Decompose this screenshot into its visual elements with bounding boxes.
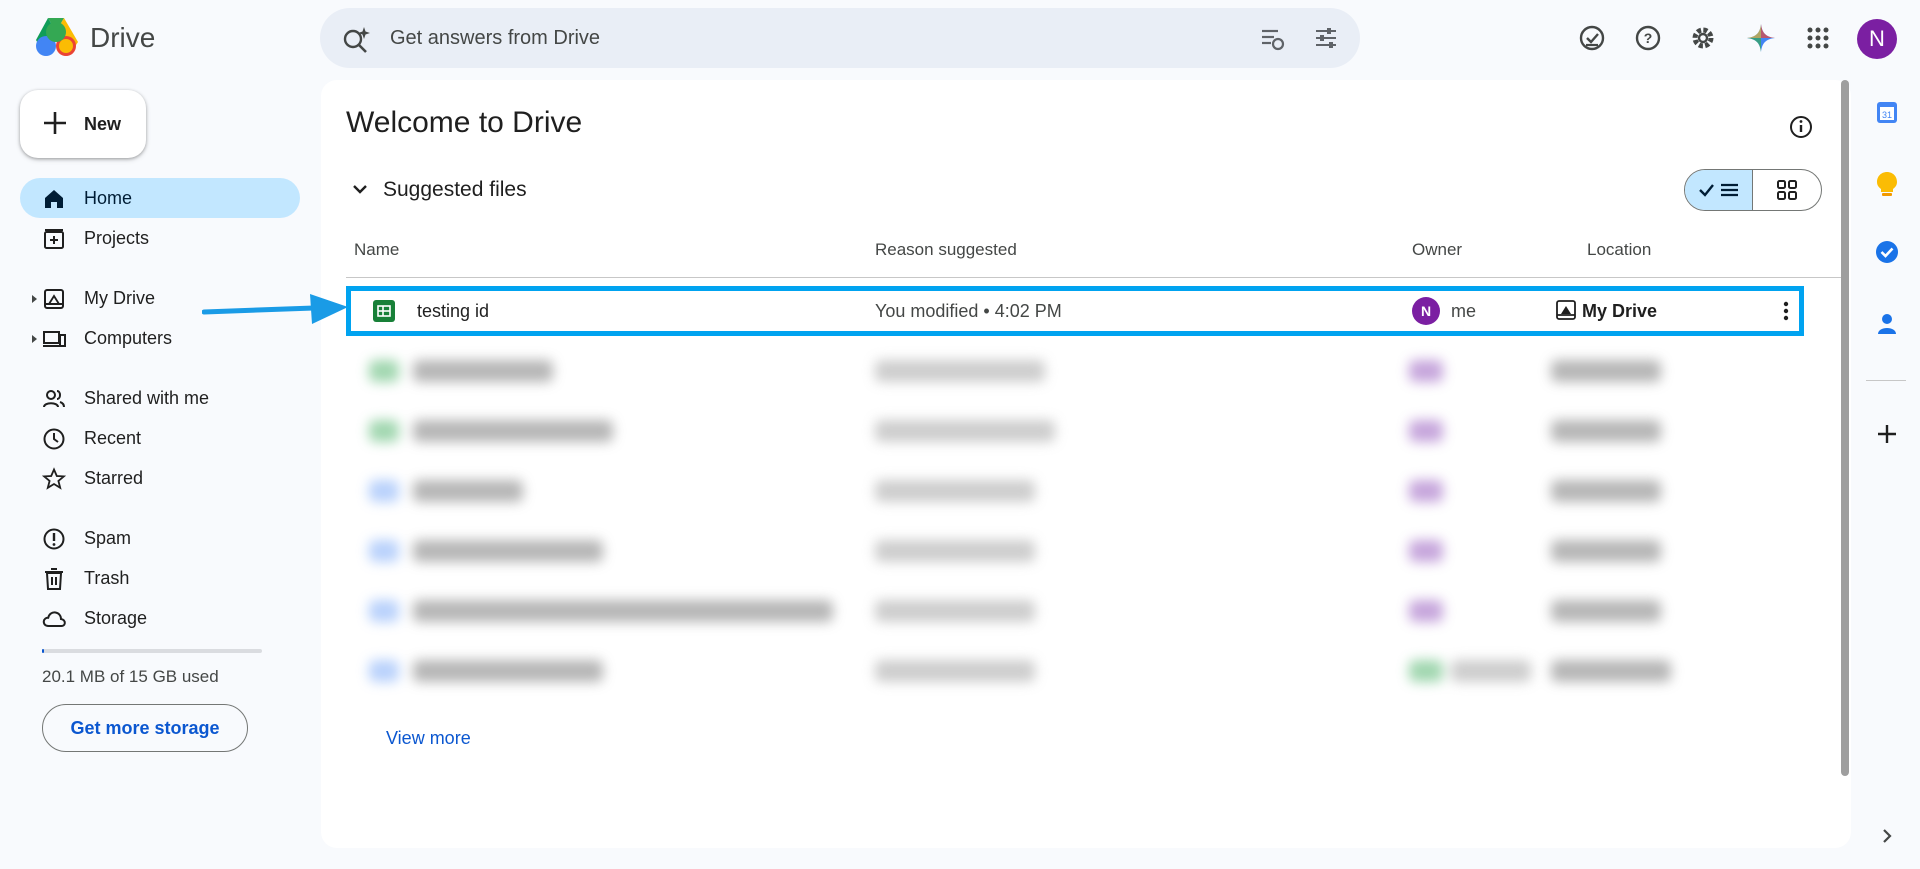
- column-header-reason: Reason suggested: [875, 240, 1017, 259]
- file-row-testing-id[interactable]: testing id You modified • 4:02 PM N me M…: [346, 286, 1804, 336]
- keep-app-icon[interactable]: [1873, 170, 1901, 198]
- view-toggle[interactable]: [1684, 169, 1822, 211]
- blurred-file-row: [351, 530, 1801, 576]
- google-sheets-icon: [373, 300, 395, 322]
- search-sparkle-icon[interactable]: [342, 25, 372, 55]
- more-actions-icon[interactable]: [1782, 299, 1790, 323]
- sidebar-item-home[interactable]: Home: [20, 178, 300, 218]
- spam-icon: [43, 528, 65, 550]
- computers-icon: [43, 331, 66, 347]
- clock-icon: [43, 428, 65, 450]
- help-icon[interactable]: ?: [1632, 22, 1664, 54]
- search-chips-icon[interactable]: [1258, 24, 1286, 52]
- drive-logo-icon: [36, 18, 78, 56]
- sidebar-item-label: Starred: [84, 468, 144, 488]
- sidebar-item-label: Shared with me: [84, 388, 210, 408]
- blurred-file-row: [351, 590, 1801, 636]
- expand-panel-chevron-icon[interactable]: [1873, 822, 1901, 850]
- owner-avatar: N: [1412, 297, 1440, 325]
- sidebar-item-label: Home: [84, 188, 133, 208]
- my-drive-icon: [44, 289, 64, 309]
- grid-icon: [1777, 180, 1797, 200]
- home-icon: [45, 190, 63, 208]
- sidebar-item-recent[interactable]: Recent: [20, 418, 300, 458]
- sidebar-item-starred[interactable]: Starred: [20, 458, 300, 498]
- apps-grid-icon[interactable]: [1802, 22, 1834, 54]
- storage-usage-bar: [42, 649, 262, 653]
- sidebar-item-label: Spam: [84, 528, 132, 548]
- contacts-app-icon[interactable]: [1873, 310, 1901, 338]
- top-bar: Drive ?: [0, 0, 1920, 78]
- new-button-label: New: [84, 114, 122, 134]
- account-avatar[interactable]: N: [1857, 19, 1897, 59]
- sidebar-item-storage[interactable]: Storage: [20, 598, 300, 638]
- column-header-name[interactable]: Name: [354, 240, 399, 260]
- search-options-icon[interactable]: [1312, 24, 1340, 52]
- annotation-arrow-icon: [202, 294, 348, 324]
- info-icon[interactable]: [1788, 114, 1814, 140]
- calendar-app-icon[interactable]: 31: [1873, 98, 1901, 126]
- new-button[interactable]: New: [20, 90, 146, 158]
- settings-gear-icon[interactable]: [1687, 22, 1719, 54]
- cloud-icon: [42, 611, 66, 627]
- blurred-file-row: [351, 410, 1801, 456]
- blurred-file-row: [351, 650, 1801, 696]
- sidebar-item-spam[interactable]: Spam: [20, 518, 300, 558]
- drive-logo[interactable]: Drive: [32, 16, 155, 60]
- get-more-storage-button[interactable]: Get more storage: [42, 704, 248, 752]
- ready-offline-icon[interactable]: [1576, 22, 1608, 54]
- page-title: Welcome to Drive: [346, 106, 583, 139]
- svg-text:?: ?: [1644, 30, 1653, 46]
- list-view-button[interactable]: [1685, 170, 1753, 210]
- sidebar-item-label: Storage: [84, 608, 148, 628]
- file-name: testing id: [417, 301, 490, 321]
- sidebar-item-label: My Drive: [84, 288, 155, 308]
- owner-name: me: [1451, 301, 1477, 321]
- my-drive-location-icon: [1556, 300, 1576, 320]
- sidebar-item-label: Computers: [84, 328, 173, 348]
- calendar-day-label: 31: [1882, 110, 1892, 120]
- reason-suggested: You modified • 4:02 PM: [875, 301, 1062, 321]
- collapse-chevron-down-icon[interactable]: [351, 180, 369, 198]
- search-bar[interactable]: [320, 8, 1360, 68]
- sidebar-item-label: Trash: [84, 568, 130, 588]
- sidebar-item-label: Recent: [84, 428, 142, 448]
- view-more-link[interactable]: View more: [386, 728, 471, 749]
- storage-usage-fill: [42, 649, 44, 653]
- side-panel-divider: [1866, 380, 1906, 381]
- header-divider: [346, 277, 1846, 278]
- sidebar-item-projects[interactable]: Projects: [20, 218, 300, 258]
- column-header-owner: Owner: [1412, 240, 1463, 259]
- gemini-sparkle-icon[interactable]: [1745, 22, 1777, 54]
- plus-icon: [44, 112, 66, 134]
- shared-people-icon: [43, 390, 65, 408]
- check-list-icon: [1698, 183, 1738, 197]
- storage-usage-text: 20.1 MB of 15 GB used: [42, 667, 219, 686]
- column-header-location: Location: [1587, 240, 1652, 259]
- tasks-app-icon[interactable]: [1873, 238, 1901, 266]
- blurred-file-row: [351, 470, 1801, 516]
- sidebar-item-trash[interactable]: Trash: [20, 558, 300, 598]
- app-name: Drive: [90, 22, 156, 53]
- projects-icon: [44, 229, 64, 249]
- add-app-plus-icon[interactable]: [1873, 420, 1901, 448]
- main-content: Welcome to Drive Suggested files Name Re…: [321, 80, 1851, 848]
- sidebar-item-shared-with-me[interactable]: Shared with me: [20, 378, 300, 418]
- blurred-file-row: [351, 350, 1801, 396]
- search-input[interactable]: [390, 8, 1190, 68]
- trash-icon: [45, 568, 63, 590]
- sidebar-item-label: Projects: [84, 228, 150, 248]
- grid-view-button[interactable]: [1753, 170, 1821, 210]
- location-name[interactable]: My Drive: [1582, 301, 1657, 322]
- scrollbar[interactable]: [1841, 80, 1849, 776]
- suggested-files-heading[interactable]: Suggested files: [383, 178, 527, 202]
- star-icon: [42, 467, 66, 490]
